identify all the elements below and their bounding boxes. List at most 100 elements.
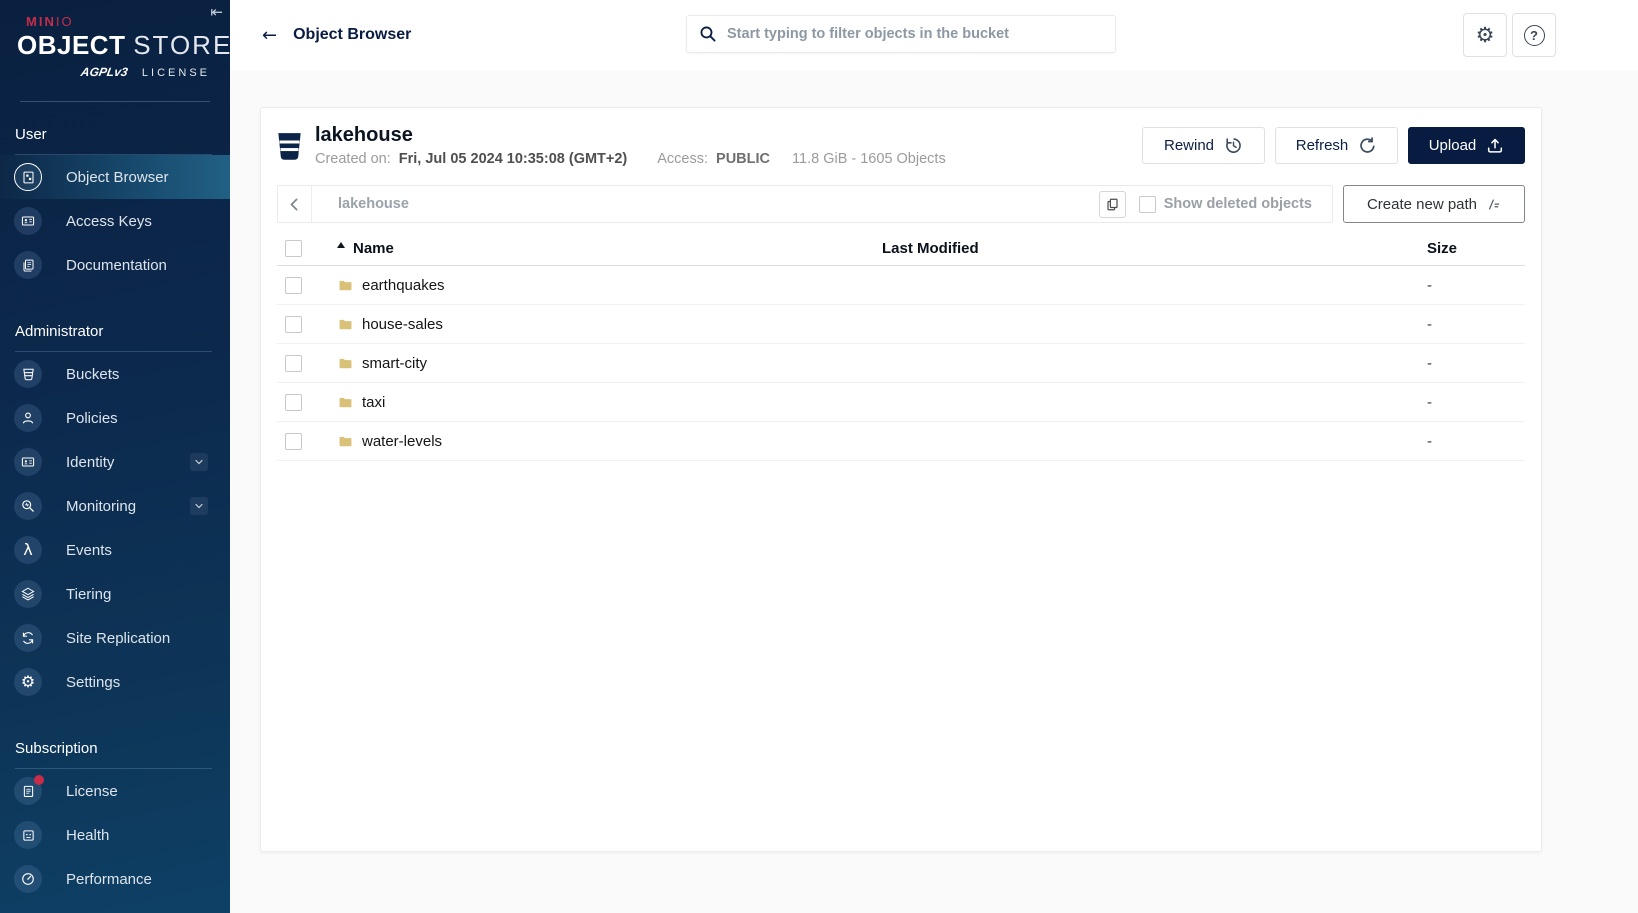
refresh-button[interactable]: Refresh	[1275, 126, 1398, 164]
sidebar-item-policies[interactable]: Policies	[0, 396, 230, 440]
bucket-icon	[278, 132, 301, 160]
main-area: ← Object Browser ⚙ ? lakehouse Created o…	[230, 0, 1638, 913]
help-button[interactable]: ?	[1512, 13, 1556, 57]
sidebar-item-label: Policies	[66, 409, 118, 427]
events-icon: λ	[14, 536, 42, 564]
rewind-button[interactable]: Rewind	[1142, 126, 1265, 164]
access-value: PUBLIC	[716, 151, 771, 167]
collapse-sidebar-icon[interactable]: ⇤	[210, 5, 223, 20]
sidebar-item-license[interactable]: License	[0, 769, 230, 813]
size-cell: -	[1427, 393, 1432, 411]
sidebar-item-tiering[interactable]: Tiering	[0, 572, 230, 616]
column-last-modified[interactable]: Last Modified	[882, 240, 1427, 257]
object-name-cell[interactable]: water-levels	[323, 433, 882, 450]
create-new-path-button[interactable]: Create new path	[1343, 185, 1525, 223]
upload-icon	[1488, 138, 1503, 153]
object-browser-icon	[14, 163, 42, 191]
bucket-summary: 11.8 GiB - 1605 Objects	[792, 151, 946, 167]
table-row[interactable]: taxi -	[277, 383, 1525, 422]
object-name-cell[interactable]: house-sales	[323, 316, 882, 333]
monitoring-icon	[14, 492, 42, 520]
bucket-meta: Created on: Fri, Jul 05 2024 10:35:08 (G…	[315, 151, 946, 167]
object-name-cell[interactable]: earthquakes	[323, 277, 882, 294]
table-row[interactable]: water-levels -	[277, 422, 1525, 461]
help-icon: ?	[1523, 24, 1545, 46]
documentation-icon	[14, 251, 42, 279]
site-replication-icon	[14, 624, 42, 652]
sidebar-item-label: License	[66, 782, 118, 800]
sidebar-item-documentation[interactable]: Documentation	[0, 243, 230, 287]
size-cell: -	[1427, 432, 1432, 450]
settings-button[interactable]: ⚙	[1463, 13, 1507, 57]
tiering-icon	[14, 580, 42, 608]
agpl-badge: AGPLv3	[79, 65, 129, 79]
object-name: taxi	[362, 393, 386, 411]
sidebar-item-access-keys[interactable]: Access Keys	[0, 199, 230, 243]
created-label: Created on:	[315, 151, 391, 167]
search-input[interactable]	[727, 26, 1103, 42]
sidebar-section-user: User Object Browser Access Keys Documentati…	[0, 126, 230, 287]
section-label: Subscription	[15, 740, 98, 757]
minio-logo: MINIO OBJECT STORE AGPLv3 LICENSE	[0, 0, 230, 93]
sidebar-item-label: Monitoring	[66, 497, 137, 515]
access-label: Access:	[657, 151, 709, 167]
sidebar-item-label: Buckets	[66, 365, 120, 383]
column-name[interactable]: Name	[323, 240, 882, 257]
object-name: water-levels	[362, 432, 443, 450]
sidebar-item-settings[interactable]: ⚙ Settings	[0, 660, 230, 704]
show-deleted-label: Show deleted objects	[1163, 196, 1312, 212]
sidebar-item-label: Object Browser	[66, 168, 169, 186]
sidebar-item-site-replication[interactable]: Site Replication	[0, 616, 230, 660]
chevron-down-icon[interactable]	[190, 497, 208, 515]
sidebar-item-buckets[interactable]: Buckets	[0, 352, 230, 396]
license-icon	[14, 775, 44, 805]
object-name-cell[interactable]: smart-city	[323, 355, 882, 372]
sidebar-item-label: Documentation	[66, 256, 167, 274]
path-back-button[interactable]	[278, 186, 312, 222]
object-name: smart-city	[362, 354, 427, 372]
row-checkbox[interactable]	[285, 276, 302, 294]
section-label: Administrator	[15, 323, 104, 340]
chevron-down-icon[interactable]	[190, 453, 208, 471]
folder-icon	[337, 278, 354, 293]
bucket-title-block: lakehouse Created on: Fri, Jul 05 2024 1…	[315, 123, 946, 167]
back-arrow-icon[interactable]: ←	[262, 25, 277, 46]
sidebar-item-label: Tiering	[66, 585, 112, 603]
table-row[interactable]: smart-city -	[277, 344, 1525, 383]
row-checkbox[interactable]	[285, 315, 302, 333]
show-deleted-checkbox[interactable]	[1138, 195, 1156, 213]
row-checkbox[interactable]	[285, 354, 302, 372]
object-table: Name Last Modified Size earthquakes - hous…	[277, 231, 1525, 461]
chevron-left-icon	[290, 198, 298, 210]
sort-ascending-icon	[337, 242, 345, 248]
sidebar-item-label: Settings	[66, 673, 121, 691]
size-cell: -	[1427, 276, 1432, 294]
column-size[interactable]: Size	[1427, 240, 1525, 257]
sidebar-item-monitoring[interactable]: Monitoring	[0, 484, 230, 528]
row-checkbox[interactable]	[285, 432, 302, 450]
object-store-title: OBJECT STORE	[17, 30, 233, 60]
sidebar-item-object-browser[interactable]: Object Browser	[0, 155, 230, 199]
created-value: Fri, Jul 05 2024 10:35:08 (GMT+2)	[398, 151, 628, 167]
sidebar-item-events[interactable]: λ Events	[0, 528, 230, 572]
sidebar-item-health[interactable]: Health	[0, 813, 230, 857]
access-keys-icon	[14, 207, 42, 235]
policies-icon	[14, 404, 42, 432]
sidebar-item-identity[interactable]: Identity	[0, 440, 230, 484]
rewind-icon	[1226, 137, 1241, 153]
table-row[interactable]: earthquakes -	[277, 266, 1525, 305]
object-name: house-sales	[362, 315, 443, 333]
object-name-cell[interactable]: taxi	[323, 394, 882, 411]
copy-icon	[1107, 198, 1118, 210]
row-checkbox[interactable]	[285, 393, 302, 411]
copy-path-button[interactable]	[1098, 190, 1126, 218]
upload-button[interactable]: Upload	[1408, 126, 1525, 164]
sidebar-item-performance[interactable]: Performance	[0, 857, 230, 901]
object-name: earthquakes	[362, 276, 445, 294]
new-path-icon	[1488, 198, 1500, 210]
table-row[interactable]: house-sales -	[277, 305, 1525, 344]
top-header: ← Object Browser ⚙ ?	[230, 0, 1638, 70]
select-all-checkbox[interactable]	[285, 239, 302, 257]
sidebar-section-subscription: Subscription License Health Performance	[0, 740, 230, 901]
folder-icon	[337, 434, 354, 449]
